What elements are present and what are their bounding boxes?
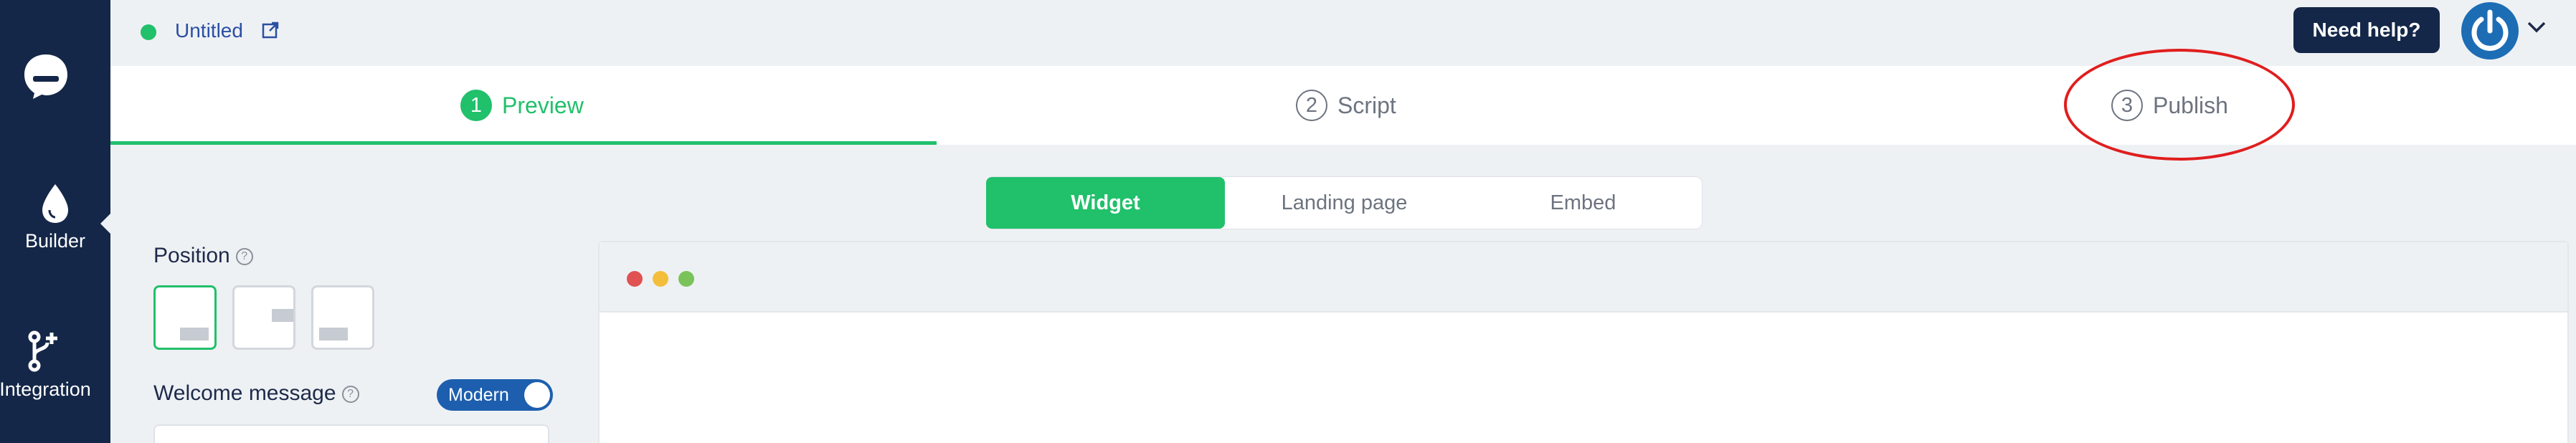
sidebar: Builder Integration [0,0,112,443]
preview-window-bar [600,242,2567,313]
position-marker [319,328,348,340]
drop-icon [42,184,68,223]
window-minimize-dot [653,271,668,287]
need-help-button[interactable]: Need help? [2293,7,2440,53]
window-maximize-dot [678,271,694,287]
position-label: Position [153,244,230,267]
toggle-label: Modern [448,384,509,405]
tab-landing-page[interactable]: Landing page [1225,177,1464,229]
document-title[interactable]: Untitled [175,19,243,42]
sidebar-item-label: Integration [0,378,91,400]
sidebar-item-integration[interactable]: Integration [0,330,100,401]
position-marker [180,328,209,340]
position-bottom-center[interactable] [311,285,374,350]
chat-logo-icon[interactable] [20,50,72,102]
external-link-icon[interactable] [261,21,280,39]
window-close-dot [627,271,643,287]
avatar[interactable] [2461,2,2519,59]
preview-window [598,241,2569,443]
welcome-message-field[interactable] [153,424,549,443]
tab-script[interactable]: 2 Script [1296,66,1396,145]
position-middle-right[interactable] [232,285,295,350]
help-icon[interactable]: ? [341,386,359,404]
toggle-knob [524,382,550,408]
active-indicator [100,212,112,235]
tab-widget[interactable]: Widget [986,177,1225,229]
step-label: Preview [502,92,584,118]
status-dot [141,24,156,40]
tab-embed[interactable]: Embed [1464,177,1703,229]
position-heading: Position? [153,244,253,268]
position-bottom-left[interactable] [153,285,217,350]
step-number: 2 [1296,90,1327,121]
position-marker [272,309,293,322]
publish-highlight-circle [2064,49,2295,161]
step-label: Script [1337,92,1396,118]
sidebar-item-builder[interactable]: Builder [0,183,110,252]
power-icon [2471,9,2509,51]
branch-plus-icon [28,330,57,372]
help-icon[interactable]: ? [235,248,253,266]
welcome-heading: Welcome message? [153,381,359,406]
chevron-down-icon[interactable] [2526,20,2547,34]
mode-tabs: Widget Landing page Embed [986,176,1703,229]
modern-toggle[interactable]: Modern [437,379,553,411]
tab-preview[interactable]: 1 Preview [460,66,584,145]
sidebar-item-label: Builder [24,230,86,252]
active-tab-underline [110,141,937,145]
welcome-label: Welcome message [153,381,336,405]
step-number: 1 [460,90,492,121]
